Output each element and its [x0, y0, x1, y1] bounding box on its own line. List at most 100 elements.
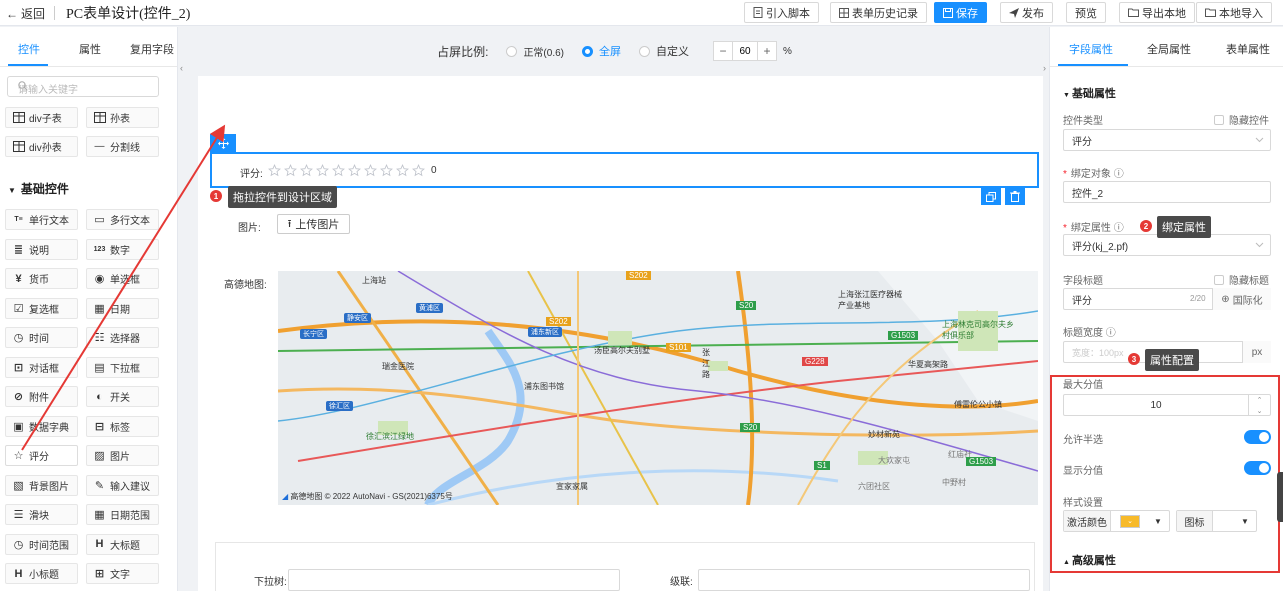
side-handle[interactable]: [1277, 472, 1283, 522]
i18n-button[interactable]: ⊕ 国际化: [1212, 288, 1271, 310]
control-number[interactable]: 123 数字: [86, 238, 159, 260]
star-icon[interactable]: [284, 164, 297, 177]
star-icon[interactable]: [332, 164, 345, 177]
control-text[interactable]: ⊞ 文字: [86, 563, 159, 584]
control-div-grandchild[interactable]: div孙表: [5, 136, 78, 157]
preview-button[interactable]: 预览: [1066, 2, 1106, 23]
control-currency[interactable]: ¥ 货币: [5, 268, 78, 289]
control-time[interactable]: ◷ 时间: [5, 327, 78, 348]
advanced-properties-header[interactable]: ▲ 高级属性: [1063, 552, 1116, 568]
field-title-input[interactable]: 评分 2/20 ⊕ 国际化: [1063, 288, 1271, 310]
control-div-subtable[interactable]: div子表: [5, 107, 78, 128]
tab-reuse-fields[interactable]: 复用字段: [130, 41, 174, 57]
control-slider[interactable]: ☰ 滑块: [5, 504, 78, 525]
star-icon[interactable]: [268, 164, 281, 177]
export-local-button[interactable]: 导出本地: [1119, 2, 1195, 23]
max-score-spinner[interactable]: ⌃ ⌄: [1248, 394, 1270, 416]
annotation-1-badge: 1: [210, 190, 222, 202]
control-checkbox[interactable]: ☑ 复选框: [5, 297, 78, 319]
control-description[interactable]: ≣ 说明: [5, 238, 78, 260]
form-row-box[interactable]: 下拉树: 级联:: [215, 542, 1035, 591]
star-icon[interactable]: [316, 164, 329, 177]
import-script-button[interactable]: 引入脚本: [744, 2, 819, 23]
ratio-minus-button[interactable]: −: [714, 44, 732, 58]
table-icon: [12, 140, 25, 153]
half-select-toggle[interactable]: [1244, 430, 1271, 444]
annotation-3-badge: 3: [1128, 353, 1140, 365]
control-grandchild-table[interactable]: 孙表: [86, 107, 159, 128]
cascade-input[interactable]: [698, 569, 1030, 591]
back-button[interactable]: ← 返回: [6, 5, 45, 22]
color-swatch[interactable]: ⌄: [1120, 514, 1140, 528]
active-color-picker[interactable]: 激活颜色 ⌄ ▼: [1063, 510, 1170, 532]
collapse-left-icon[interactable]: ‹: [180, 63, 183, 73]
ratio-plus-button[interactable]: +: [758, 44, 776, 58]
history-button[interactable]: 表单历史记录: [830, 2, 927, 23]
bind-object-input[interactable]: 控件_2: [1063, 181, 1271, 203]
amap-map[interactable]: 上海站 静安区 长宁区 黄浦区 浦东新区 瑞金医院 徐汇区 汤臣高尔夫别墅 浦东…: [278, 271, 1038, 505]
ratio-custom-radio[interactable]: [639, 45, 650, 57]
icon-select[interactable]: 图标 ▼: [1176, 510, 1257, 532]
control-divider[interactable]: — 分割线: [86, 136, 159, 157]
control-attachment[interactable]: ⊘ 附件: [5, 386, 78, 407]
star-icon[interactable]: [348, 164, 361, 177]
control-background-image[interactable]: ▧ 背景图片: [5, 474, 78, 496]
star-icon[interactable]: [380, 164, 393, 177]
collapse-right-icon[interactable]: ›: [1043, 63, 1046, 73]
folder-open-icon: [1205, 8, 1216, 17]
tab-form-properties[interactable]: 表单属性: [1226, 41, 1270, 57]
paperclip-icon: ⊘: [13, 391, 24, 403]
ratio-normal-radio[interactable]: [506, 45, 518, 57]
rating-stars[interactable]: 0: [268, 164, 437, 177]
star-icon[interactable]: [364, 164, 377, 177]
control-search-input[interactable]: 请输入关键字: [7, 76, 159, 97]
form-canvas[interactable]: 评分: 0 图片: ⭱ 上传图片 高德地图: 上海站 静安区 长宁区 黄浦区 浦…: [198, 76, 1043, 591]
hide-control-checkbox[interactable]: 隐藏控件: [1214, 112, 1269, 127]
control-tag[interactable]: ⊟ 标签: [86, 415, 159, 437]
tab-field-properties[interactable]: 字段属性: [1069, 41, 1113, 57]
control-time-range[interactable]: ◷ 时间范围: [5, 533, 78, 555]
star-icon[interactable]: [412, 164, 425, 177]
basic-properties-header[interactable]: ▼ 基础属性: [1063, 85, 1116, 101]
heading-icon: H: [95, 538, 104, 550]
control-radio[interactable]: ◉ 单选框: [86, 268, 159, 289]
star-icon[interactable]: [396, 164, 409, 177]
chevron-down-icon[interactable]: ⌄: [1257, 407, 1263, 415]
upload-image-button[interactable]: ⭱ 上传图片: [277, 214, 350, 234]
control-date-range[interactable]: ▦ 日期范围: [86, 504, 159, 525]
control-date[interactable]: ▦ 日期: [86, 297, 159, 319]
copy-button[interactable]: [981, 188, 1001, 205]
control-single-line-text[interactable]: T≡ 单行文本: [5, 209, 78, 230]
ratio-fullscreen-radio[interactable]: [582, 45, 593, 57]
control-small-title[interactable]: H 小标题: [5, 563, 78, 584]
control-rating[interactable]: ☆ 评分: [5, 445, 78, 466]
hide-title-checkbox[interactable]: 隐藏标题: [1214, 272, 1269, 287]
show-score-toggle[interactable]: [1244, 461, 1271, 475]
control-dropdown[interactable]: ▤ 下拉框: [86, 356, 159, 378]
max-score-input[interactable]: 10 ⌃ ⌄: [1063, 394, 1271, 416]
save-button[interactable]: 保存: [934, 2, 987, 23]
control-dialog[interactable]: ⊡ 对话框: [5, 356, 78, 378]
dropdown-tree-input[interactable]: [288, 569, 620, 591]
calendar-icon: ▦: [94, 302, 105, 315]
control-type-select[interactable]: 评分: [1063, 129, 1271, 151]
ratio-value-input[interactable]: [732, 42, 758, 60]
control-input-suggest[interactable]: ✎ 输入建议: [86, 474, 159, 496]
control-selector[interactable]: ☷ 选择器: [86, 327, 159, 348]
delete-button[interactable]: [1005, 188, 1025, 205]
star-icon[interactable]: [300, 164, 313, 177]
control-big-title[interactable]: H 大标题: [86, 533, 159, 555]
control-multi-line-text[interactable]: ▭ 多行文本: [86, 209, 159, 230]
move-handle[interactable]: [210, 134, 236, 153]
chevron-up-icon[interactable]: ⌃: [1257, 396, 1263, 404]
tab-properties[interactable]: 属性: [79, 41, 101, 57]
tab-controls[interactable]: 控件: [18, 41, 40, 57]
control-image[interactable]: ▨ 图片: [86, 445, 159, 466]
import-local-button[interactable]: 本地导入: [1196, 2, 1272, 23]
basic-controls-header[interactable]: ▼ 基础控件: [8, 180, 69, 197]
control-switch[interactable]: ◐ 开关: [86, 386, 159, 407]
control-data-dictionary[interactable]: ▣ 数据字典: [5, 415, 78, 437]
table-icon: [12, 111, 25, 124]
publish-button[interactable]: 发布: [1000, 2, 1053, 23]
tab-global-properties[interactable]: 全局属性: [1147, 41, 1191, 57]
